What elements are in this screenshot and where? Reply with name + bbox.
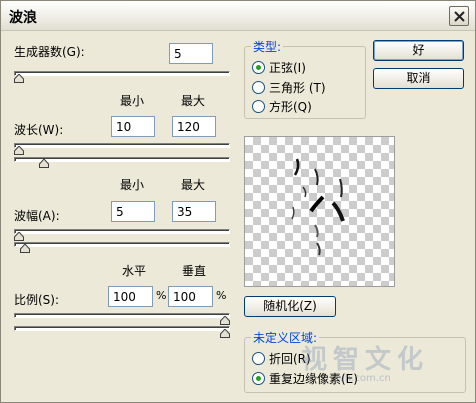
type-radio-square[interactable]: 方形(Q) [252, 98, 312, 115]
scale-vertical-input[interactable] [168, 286, 213, 307]
type-radio-triangle[interactable]: 三角形 (T) [252, 79, 326, 96]
scale-horizontal-header: 水平 [122, 264, 147, 278]
scale-horizontal-input[interactable] [108, 286, 153, 307]
type-radio-sine-label: 正弦(I) [269, 61, 306, 75]
amplitude-max-header: 最大 [181, 178, 206, 192]
amplitude-min-header: 最小 [120, 178, 145, 192]
wavelength-min-slider-thumb[interactable] [14, 146, 24, 155]
scale-horizontal-slider-thumb[interactable] [220, 316, 230, 325]
amplitude-label: 波幅(A): [14, 209, 60, 223]
wavelength-label: 波长(W): [14, 123, 64, 137]
type-radio-square-label: 方形(Q) [269, 100, 312, 114]
wavelength-min-header: 最小 [120, 94, 145, 108]
radio-icon [252, 352, 265, 365]
generators-slider-thumb[interactable] [14, 74, 24, 83]
amplitude-max-input[interactable] [172, 201, 216, 222]
type-radio-triangle-label: 三角形 (T) [269, 81, 326, 95]
watermark-url: vh.com.cn [339, 373, 391, 384]
radio-icon [252, 61, 265, 74]
amplitude-min-slider-thumb[interactable] [14, 232, 24, 241]
amplitude-min-slider-track[interactable] [14, 229, 230, 234]
scale-horizontal-slider-track[interactable] [14, 313, 230, 318]
scale-vertical-slider-track[interactable] [14, 326, 230, 331]
wavelength-max-slider-thumb[interactable] [38, 159, 49, 168]
type-radio-sine[interactable]: 正弦(I) [252, 59, 306, 76]
radio-icon [252, 81, 265, 94]
title-bar[interactable]: 波浪 [1, 1, 475, 31]
generators-input[interactable] [169, 43, 213, 64]
cancel-button[interactable]: 取消 [373, 68, 464, 89]
ok-button[interactable]: 好 [373, 40, 464, 61]
amplitude-min-input[interactable] [111, 201, 155, 222]
scale-vertical-slider-thumb[interactable] [220, 329, 230, 338]
close-icon [454, 11, 465, 22]
wavelength-max-header: 最大 [181, 94, 206, 108]
wavelength-max-input[interactable] [172, 116, 216, 137]
scale-vertical-percent: % [216, 289, 227, 302]
wavelength-min-slider-track[interactable] [14, 143, 230, 148]
window-title: 波浪 [9, 10, 37, 26]
wave-preview-strokes [291, 158, 345, 256]
scale-label: 比例(S): [14, 293, 60, 307]
radio-icon [252, 372, 265, 385]
wave-dialog: 波浪 生成器数(G): 最小 最大 波长(W): 最小 最大 波幅(A): 水平… [0, 0, 476, 403]
scale-vertical-header: 垂直 [182, 264, 207, 278]
preview-image [244, 136, 395, 287]
generators-slider-track[interactable] [14, 71, 230, 76]
amplitude-max-slider-track[interactable] [14, 242, 230, 247]
wavelength-min-input[interactable] [111, 116, 155, 137]
close-button[interactable] [449, 6, 469, 26]
generators-label: 生成器数(G): [14, 45, 85, 59]
amplitude-max-slider-thumb[interactable] [20, 244, 31, 253]
radio-icon [252, 100, 265, 113]
scale-horizontal-percent: % [156, 289, 167, 302]
watermark-text: 视智文化 [301, 345, 430, 375]
type-group-title: 类型: [251, 38, 284, 55]
randomize-button[interactable]: 随机化(Z) [244, 296, 336, 317]
